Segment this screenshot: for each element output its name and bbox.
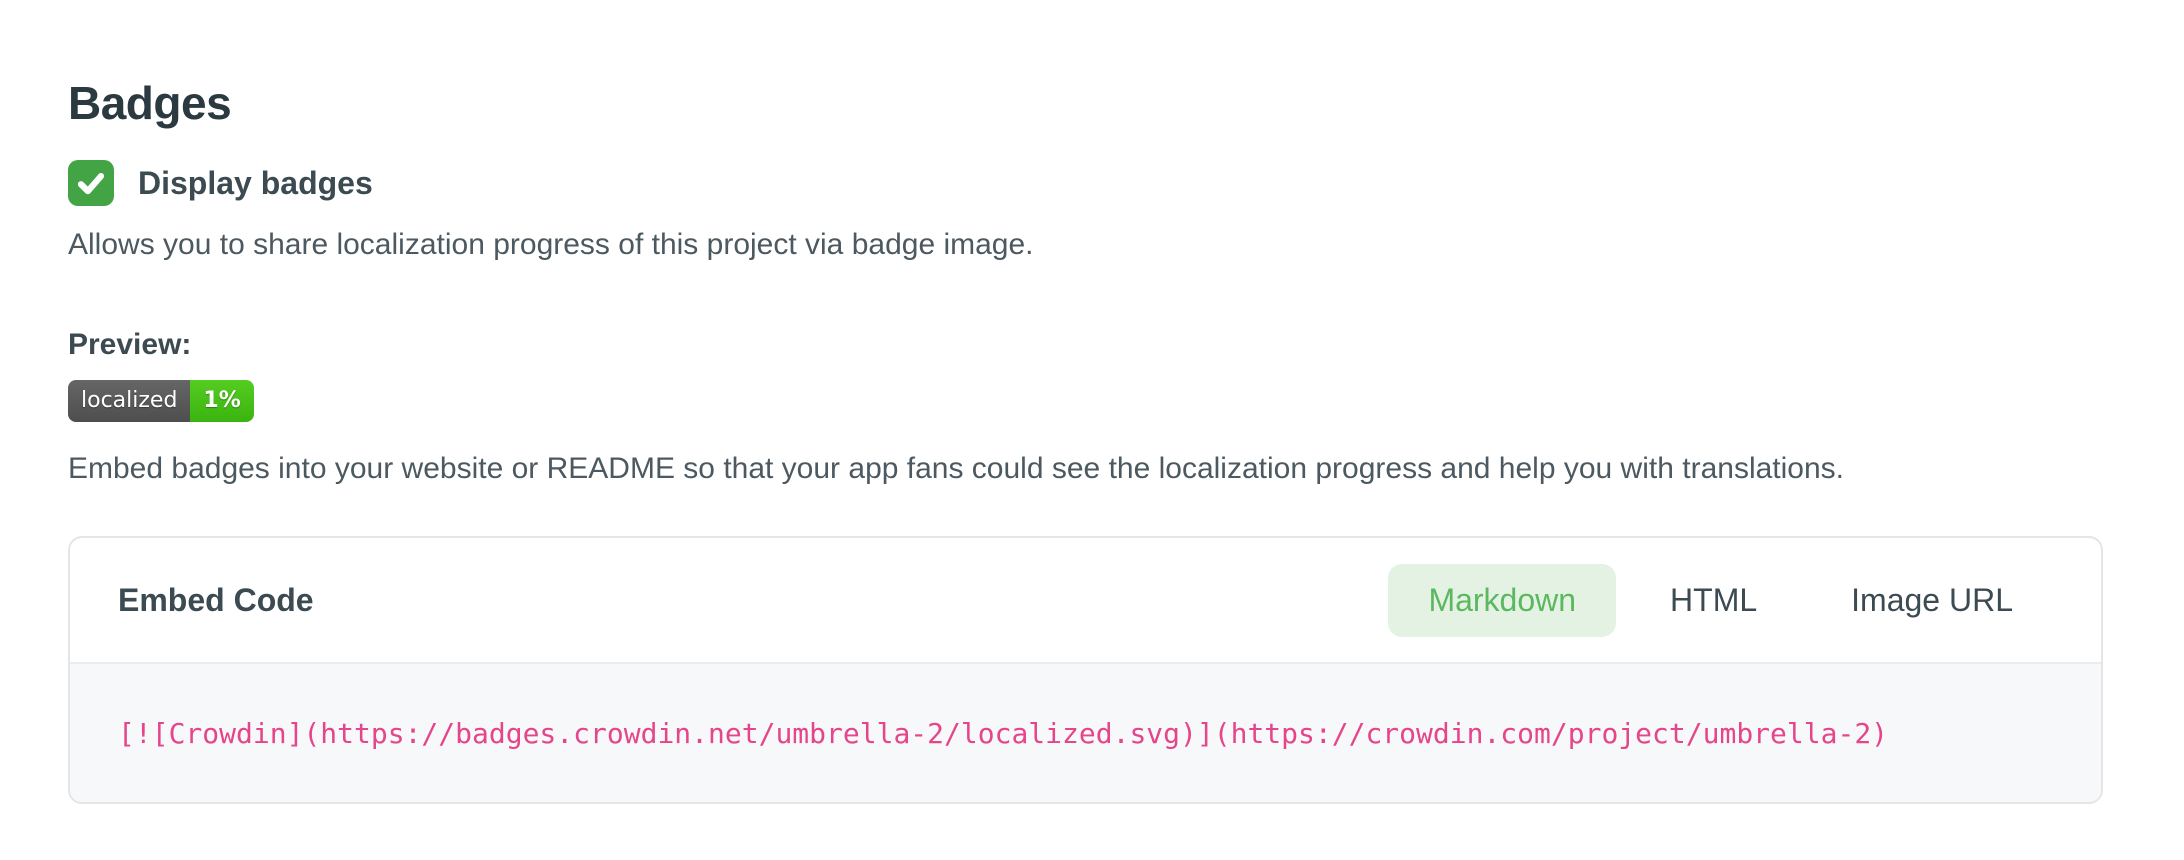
display-badges-label: Display badges bbox=[138, 165, 373, 202]
display-badges-checkbox[interactable] bbox=[68, 160, 114, 206]
embed-code-panel: Embed Code Markdown HTML Image URL [![Cr… bbox=[68, 536, 2103, 804]
localization-badge-preview: localized 1% bbox=[68, 380, 254, 422]
preview-label: Preview: bbox=[68, 328, 2116, 362]
page-title: Badges bbox=[68, 76, 2116, 130]
embed-code-area[interactable]: [![Crowdin](https://badges.crowdin.net/u… bbox=[70, 664, 2101, 802]
embed-code-snippet[interactable]: [![Crowdin](https://badges.crowdin.net/u… bbox=[118, 717, 1888, 750]
embed-hint-text: Embed badges into your website or README… bbox=[68, 452, 2116, 486]
tab-html[interactable]: HTML bbox=[1630, 564, 1797, 637]
checkmark-icon bbox=[76, 168, 106, 198]
display-badges-checkbox-row[interactable]: Display badges bbox=[68, 160, 2116, 206]
embed-code-panel-header: Embed Code Markdown HTML Image URL bbox=[70, 538, 2101, 662]
badges-settings-section: Badges Display badges Allows you to shar… bbox=[0, 76, 2184, 804]
embed-format-tabs: Markdown HTML Image URL bbox=[1388, 564, 2053, 637]
tab-image-url[interactable]: Image URL bbox=[1811, 564, 2053, 637]
display-badges-description: Allows you to share localization progres… bbox=[68, 228, 2116, 262]
embed-code-title: Embed Code bbox=[118, 582, 314, 619]
tab-markdown[interactable]: Markdown bbox=[1388, 564, 1616, 637]
badge-label-segment: localized bbox=[68, 380, 190, 422]
badge-value-segment: 1% bbox=[190, 380, 253, 422]
